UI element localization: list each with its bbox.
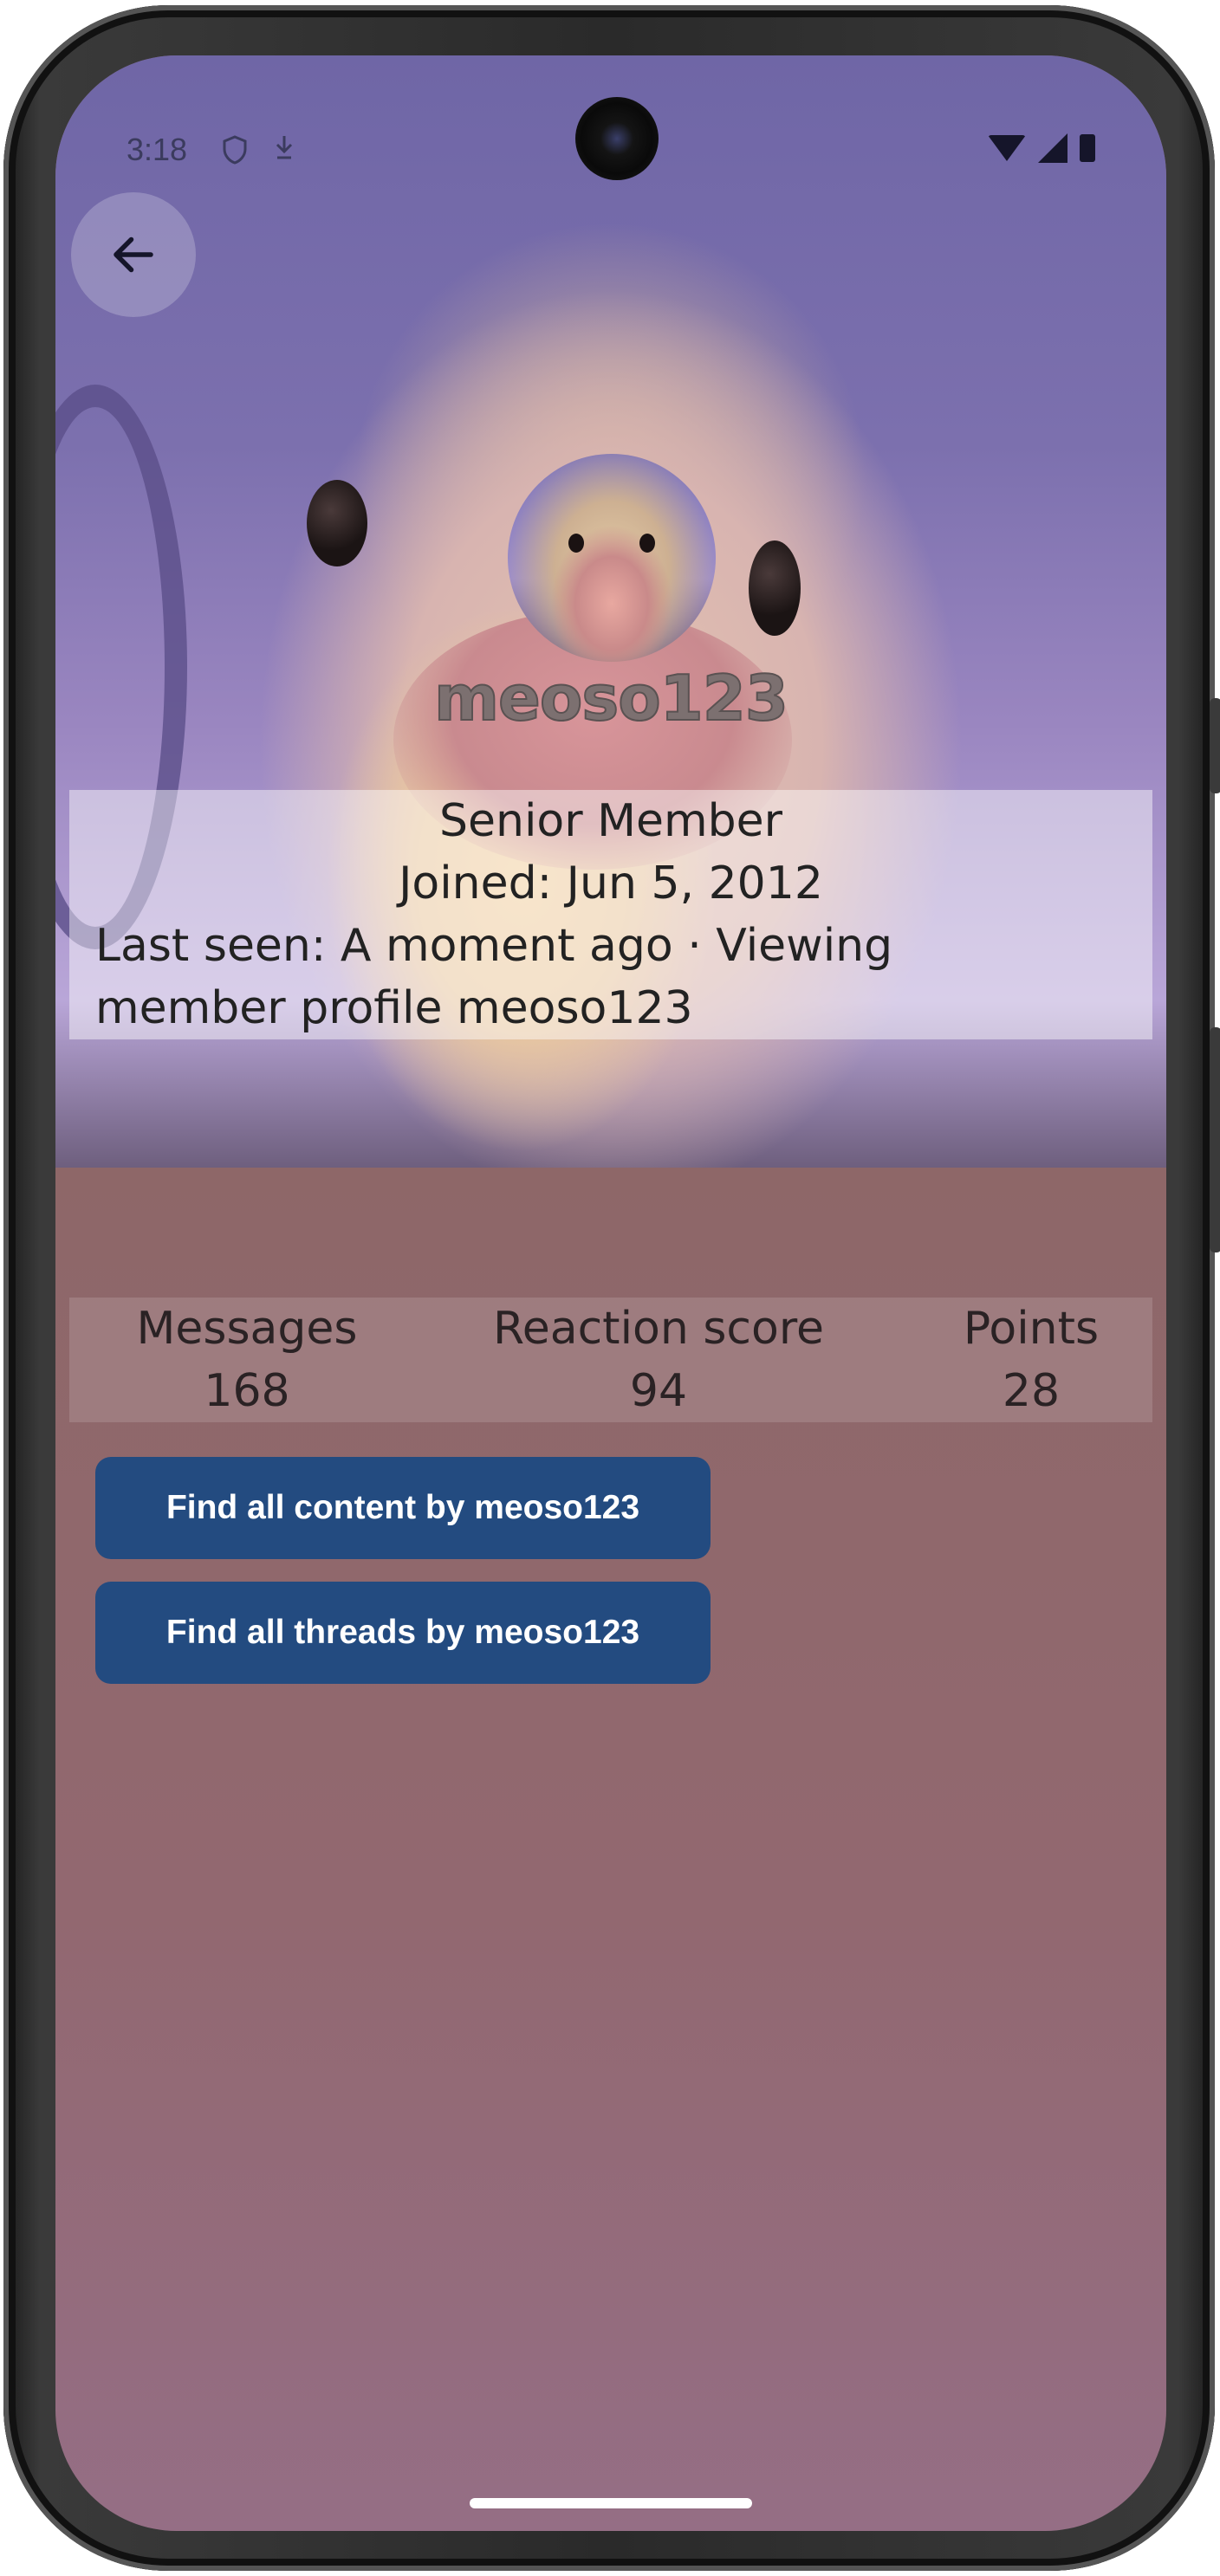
download-icon: [272, 133, 296, 168]
battery-icon: [1080, 134, 1095, 162]
phone-frame: 3:18 meoso123 Senior Member Joined: Jun …: [3, 5, 1220, 2571]
banner-eye: [307, 480, 367, 566]
banner-eye: [749, 540, 801, 636]
profile-stats: Messages 168 Reaction score 94 Points 28: [69, 1298, 1152, 1422]
volume-button: [1210, 1027, 1220, 1252]
stat-reaction-score: Reaction score 94: [468, 1298, 849, 1422]
profile-username: meoso123: [433, 661, 789, 735]
signal-icon: [1038, 133, 1068, 163]
front-camera: [575, 97, 659, 180]
avatar-eye: [568, 534, 584, 553]
avatar-eye: [639, 534, 655, 553]
status-time: 3:18: [127, 132, 188, 167]
stat-label: Points: [963, 1303, 1100, 1355]
home-indicator[interactable]: [470, 2498, 752, 2508]
wifi-icon: [988, 135, 1026, 161]
avatar[interactable]: [508, 454, 716, 662]
stat-label: Messages: [136, 1303, 358, 1355]
find-all-threads-button[interactable]: Find all threads by meoso123: [95, 1582, 711, 1684]
find-all-content-button[interactable]: Find all content by meoso123: [95, 1457, 711, 1559]
arrow-left-icon: [114, 236, 153, 273]
back-button[interactable]: [71, 192, 196, 317]
profile-info-box: Senior Member Joined: Jun 5, 2012 Last s…: [69, 790, 1152, 1039]
stat-value: 168: [204, 1365, 290, 1417]
member-title: Senior Member: [438, 795, 783, 847]
stat-value: 94: [629, 1365, 688, 1417]
stat-value: 28: [1002, 1365, 1061, 1417]
screen: 3:18 meoso123 Senior Member Joined: Jun …: [55, 55, 1166, 2531]
last-seen: Last seen: A moment ago · Viewing member…: [95, 920, 893, 1034]
power-button: [1210, 698, 1220, 793]
stat-label: Reaction score: [492, 1303, 825, 1355]
joined-date: Joined: Jun 5, 2012: [399, 858, 823, 909]
stat-messages: Messages 168: [104, 1298, 390, 1422]
shield-icon: [222, 135, 248, 172]
stat-points: Points 28: [936, 1298, 1126, 1422]
